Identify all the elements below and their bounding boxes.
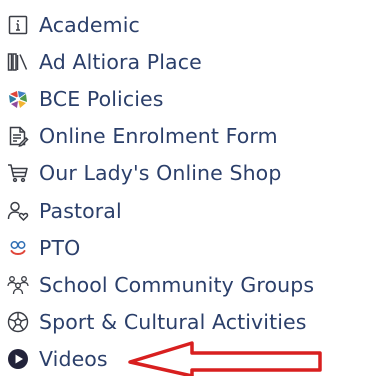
info-card-icon [6, 13, 30, 37]
menu-item-academic[interactable]: Academic [6, 6, 314, 43]
play-circle-icon [6, 347, 30, 371]
menu-item-label: BCE Policies [39, 86, 164, 111]
menu-item-label: Pastoral [39, 198, 122, 223]
menu-item-label: Our Lady's Online Shop [39, 161, 282, 186]
menu-item-bce-policies[interactable]: BCE Policies [6, 80, 314, 117]
menu-item-label: Ad Altiora Place [39, 49, 202, 74]
menu-item-label: PTO [39, 235, 81, 260]
bce-logo-icon [6, 87, 30, 111]
soccer-ball-icon [6, 310, 30, 334]
menu-item-label: Videos [39, 347, 108, 372]
resource-menu: Academic Ad Altiora Place BCE Policies O… [6, 6, 314, 378]
menu-item-school-community-groups[interactable]: School Community Groups [6, 266, 314, 303]
books-icon [6, 50, 30, 74]
menu-item-pastoral[interactable]: Pastoral [6, 192, 314, 229]
menu-item-sport-cultural-activities[interactable]: Sport & Cultural Activities [6, 304, 314, 341]
menu-item-pto[interactable]: PTO [6, 229, 314, 266]
form-edit-icon [6, 124, 30, 148]
menu-item-label: Sport & Cultural Activities [39, 310, 307, 335]
person-heart-icon [6, 199, 30, 223]
menu-item-label: Academic [39, 12, 140, 37]
menu-item-label: School Community Groups [39, 272, 315, 297]
shopping-cart-icon [6, 161, 30, 185]
pto-logo-icon [6, 236, 30, 260]
people-group-icon [6, 273, 30, 297]
menu-item-our-ladys-online-shop[interactable]: Our Lady's Online Shop [6, 155, 314, 192]
menu-item-online-enrolment-form[interactable]: Online Enrolment Form [6, 118, 314, 155]
menu-item-ad-altiora-place[interactable]: Ad Altiora Place [6, 43, 314, 80]
menu-item-label: Online Enrolment Form [39, 124, 278, 149]
annotation-arrow [128, 341, 322, 376]
